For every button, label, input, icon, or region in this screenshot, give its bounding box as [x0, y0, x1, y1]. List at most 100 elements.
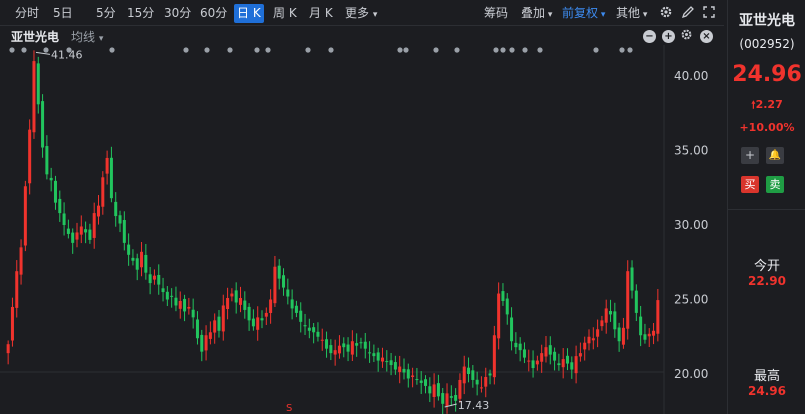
- period-intraday-tab[interactable]: 分时: [12, 4, 42, 23]
- adjust-dropdown[interactable]: 前复权 ▾: [562, 4, 605, 23]
- candle-body: [6, 344, 10, 354]
- period-15min-tab[interactable]: 15分: [124, 4, 157, 23]
- candle-body: [389, 360, 393, 366]
- period-weekly-k-tab[interactable]: 周 K: [270, 4, 300, 23]
- period-60min-tab[interactable]: 60分: [197, 4, 230, 23]
- period-daily-k-tab[interactable]: 日 K: [234, 4, 264, 23]
- moving-average-dropdown[interactable]: 均线 ▾: [71, 28, 103, 45]
- y-tick-label: 35.00: [674, 144, 708, 158]
- event-marker-dot: [109, 47, 115, 53]
- expand-icon[interactable]: [701, 5, 717, 21]
- stock-code: (002952): [739, 37, 795, 51]
- candle-body: [204, 335, 208, 351]
- zoom-in-icon[interactable]: +: [662, 30, 675, 43]
- event-marker-dot: [305, 47, 311, 53]
- candle-body: [359, 342, 363, 344]
- adjust-label: 前复权: [562, 6, 599, 20]
- candle-body: [337, 345, 341, 354]
- event-marker-dot: [593, 47, 599, 53]
- candle-body: [183, 298, 187, 312]
- candle-body: [200, 334, 204, 352]
- candle-body: [505, 298, 509, 315]
- candle-body: [109, 157, 113, 199]
- period-5day-tab[interactable]: 5日: [50, 4, 76, 23]
- buy-button[interactable]: 买: [741, 176, 759, 193]
- chart-canvas: 40.00 35.00 30.00 25.00 20.00 41.46 17.43 S: [0, 45, 708, 414]
- price-alert-button[interactable]: 🔔: [766, 147, 784, 164]
- candle-body: [114, 201, 118, 217]
- event-marker-dot: [227, 47, 233, 53]
- period-monthly-k-tab[interactable]: 月 K: [306, 4, 336, 23]
- candle-body: [191, 309, 195, 318]
- candle-body: [234, 290, 238, 303]
- open-label: 今开: [753, 259, 780, 274]
- chips-button[interactable]: 筹码: [484, 4, 508, 23]
- candle-body: [118, 215, 122, 224]
- pencil-icon[interactable]: [680, 5, 696, 21]
- chevron-down-icon: ▾: [372, 10, 378, 20]
- candle-body: [376, 352, 380, 361]
- min-price-label: 17.43: [458, 399, 490, 412]
- open-value: 22.90: [748, 274, 786, 288]
- candle-body: [553, 351, 557, 361]
- max-pointer: [35, 51, 51, 55]
- settings-icon[interactable]: [658, 5, 674, 21]
- candle-body: [19, 247, 23, 275]
- event-marker-dot: [433, 47, 439, 53]
- candle-body: [428, 386, 432, 394]
- zoom-out-icon[interactable]: −: [643, 30, 656, 43]
- candle-body: [475, 379, 479, 385]
- candle-body: [531, 360, 535, 369]
- sell-button[interactable]: 卖: [766, 176, 784, 193]
- candle-body: [294, 305, 298, 313]
- candle-body: [574, 356, 578, 374]
- candle-body: [518, 343, 522, 351]
- candle-body: [441, 393, 445, 404]
- candle-body: [609, 311, 613, 315]
- candle-body: [385, 361, 389, 363]
- close-icon[interactable]: ×: [700, 30, 713, 43]
- candle-body: [269, 299, 273, 314]
- period-more-dropdown[interactable]: 更多 ▾: [342, 4, 380, 23]
- gear-icon[interactable]: [678, 28, 694, 44]
- y-tick-label: 40.00: [674, 69, 708, 83]
- candle-body: [62, 213, 66, 225]
- candle-body: [217, 316, 221, 331]
- candle-body: [458, 379, 462, 399]
- high-value: 24.96: [748, 384, 786, 398]
- chevron-down-icon: ▾: [545, 10, 553, 20]
- candlestick-chart[interactable]: 40.00 35.00 30.00 25.00 20.00 41.46 17.43 S: [0, 45, 724, 414]
- candle-body: [479, 387, 483, 389]
- candle-body: [238, 298, 242, 305]
- event-marker-dot: [183, 47, 189, 53]
- candle-body: [402, 368, 406, 373]
- candle-body: [544, 347, 548, 357]
- candle-body: [135, 258, 139, 270]
- candle-body: [131, 257, 135, 261]
- candle-body: [75, 232, 79, 240]
- overlay-dropdown[interactable]: 叠加 ▾: [521, 4, 552, 23]
- candle-body: [97, 205, 101, 217]
- candle-body: [312, 327, 316, 333]
- candle-body: [282, 275, 286, 288]
- candle-body: [307, 327, 311, 331]
- period-5min-tab[interactable]: 5分: [93, 4, 119, 23]
- candle-body: [527, 360, 531, 362]
- more-label: 更多: [345, 6, 370, 20]
- price-change: 🠕2.27: [728, 98, 805, 115]
- candle-body: [71, 232, 75, 243]
- candle-body: [66, 228, 70, 234]
- event-marker-dot: [204, 47, 210, 53]
- candle-body: [639, 316, 643, 336]
- candle-body: [79, 226, 83, 235]
- candle-body: [105, 157, 109, 174]
- add-watchlist-button[interactable]: +: [741, 147, 759, 164]
- candle-body: [432, 384, 436, 398]
- candle-body: [161, 288, 165, 293]
- other-dropdown[interactable]: 其他 ▾: [616, 4, 647, 23]
- candle-body: [449, 396, 453, 398]
- chart-toolbar: 分时 5日 5分 15分 30分 60分 日 K 周 K 月 K 更多 ▾ 筹码…: [0, 0, 724, 26]
- period-30min-tab[interactable]: 30分: [161, 4, 194, 23]
- candle-body: [484, 376, 488, 387]
- candle-body: [656, 300, 660, 334]
